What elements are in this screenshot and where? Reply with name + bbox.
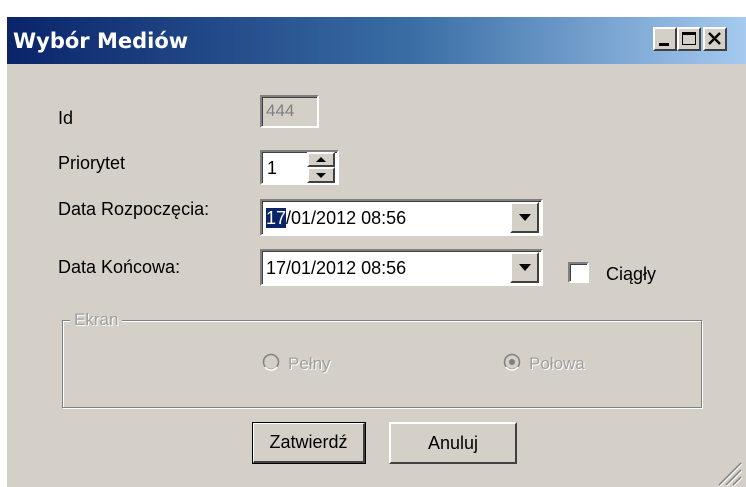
- radio-full-label: Pełny: [288, 354, 331, 373]
- priority-stepper[interactable]: 1: [260, 150, 339, 185]
- confirm-button[interactable]: Zatwierdź: [252, 422, 366, 464]
- arrow-up-icon: [316, 157, 326, 162]
- radio-half[interactable]: [503, 353, 521, 371]
- start-date-value: 17/01/2012 08:56: [266, 208, 406, 229]
- start-date-selected-part: 17: [266, 208, 287, 228]
- chevron-down-icon: [519, 264, 531, 271]
- minimize-button[interactable]: [653, 27, 677, 51]
- arrow-down-icon: [316, 173, 326, 178]
- title-bar[interactable]: Wybór Mediów: [7, 17, 746, 64]
- end-date-label: Data Końcowa:: [58, 257, 181, 277]
- end-date-value: 17/01/2012 08:56: [266, 258, 407, 278]
- id-field: 444: [260, 95, 319, 128]
- resize-grip-icon[interactable]: [713, 457, 743, 487]
- continuous-checkbox[interactable]: [568, 262, 589, 283]
- priority-value: 1: [267, 158, 278, 178]
- continuous-label: Ciągły: [606, 264, 657, 284]
- window-title: Wybór Mediów: [13, 29, 189, 53]
- radio-dot-icon: [509, 359, 515, 365]
- screen-group-legend: Ekran: [70, 310, 123, 330]
- screen-group-box: [62, 320, 702, 408]
- radio-half-label: Połowa: [529, 354, 585, 373]
- maximize-icon: [682, 32, 696, 45]
- close-icon: [708, 32, 721, 45]
- id-value: 444: [266, 101, 295, 120]
- end-date-picker[interactable]: 17/01/2012 08:56: [260, 249, 543, 286]
- priority-label: Priorytet: [58, 153, 126, 173]
- id-label: Id: [58, 108, 74, 128]
- confirm-button-face: Zatwierdź: [253, 423, 365, 463]
- start-date-picker[interactable]: 17/01/2012 08:56: [260, 199, 543, 236]
- radio-full[interactable]: [262, 353, 280, 371]
- chevron-down-icon: [519, 214, 531, 221]
- maximize-button[interactable]: [677, 27, 701, 51]
- cancel-button-label: Anuluj: [427, 432, 479, 453]
- close-button[interactable]: [703, 27, 727, 51]
- priority-up-button[interactable]: [307, 152, 335, 167]
- end-date-dropdown-button[interactable]: [510, 252, 539, 283]
- confirm-button-label: Zatwierdź: [269, 432, 348, 452]
- start-date-rest: /01/2012 08:56: [286, 208, 407, 228]
- cancel-button[interactable]: Anuluj: [389, 422, 517, 464]
- priority-down-button[interactable]: [307, 167, 335, 183]
- start-date-dropdown-button[interactable]: [510, 202, 539, 233]
- minimize-icon: [659, 43, 669, 46]
- start-date-label: Data Rozpoczęcia:: [58, 199, 210, 219]
- dialog-window: Wybór Mediów Id 444 Priorytet 1 Data Roz…: [5, 15, 746, 487]
